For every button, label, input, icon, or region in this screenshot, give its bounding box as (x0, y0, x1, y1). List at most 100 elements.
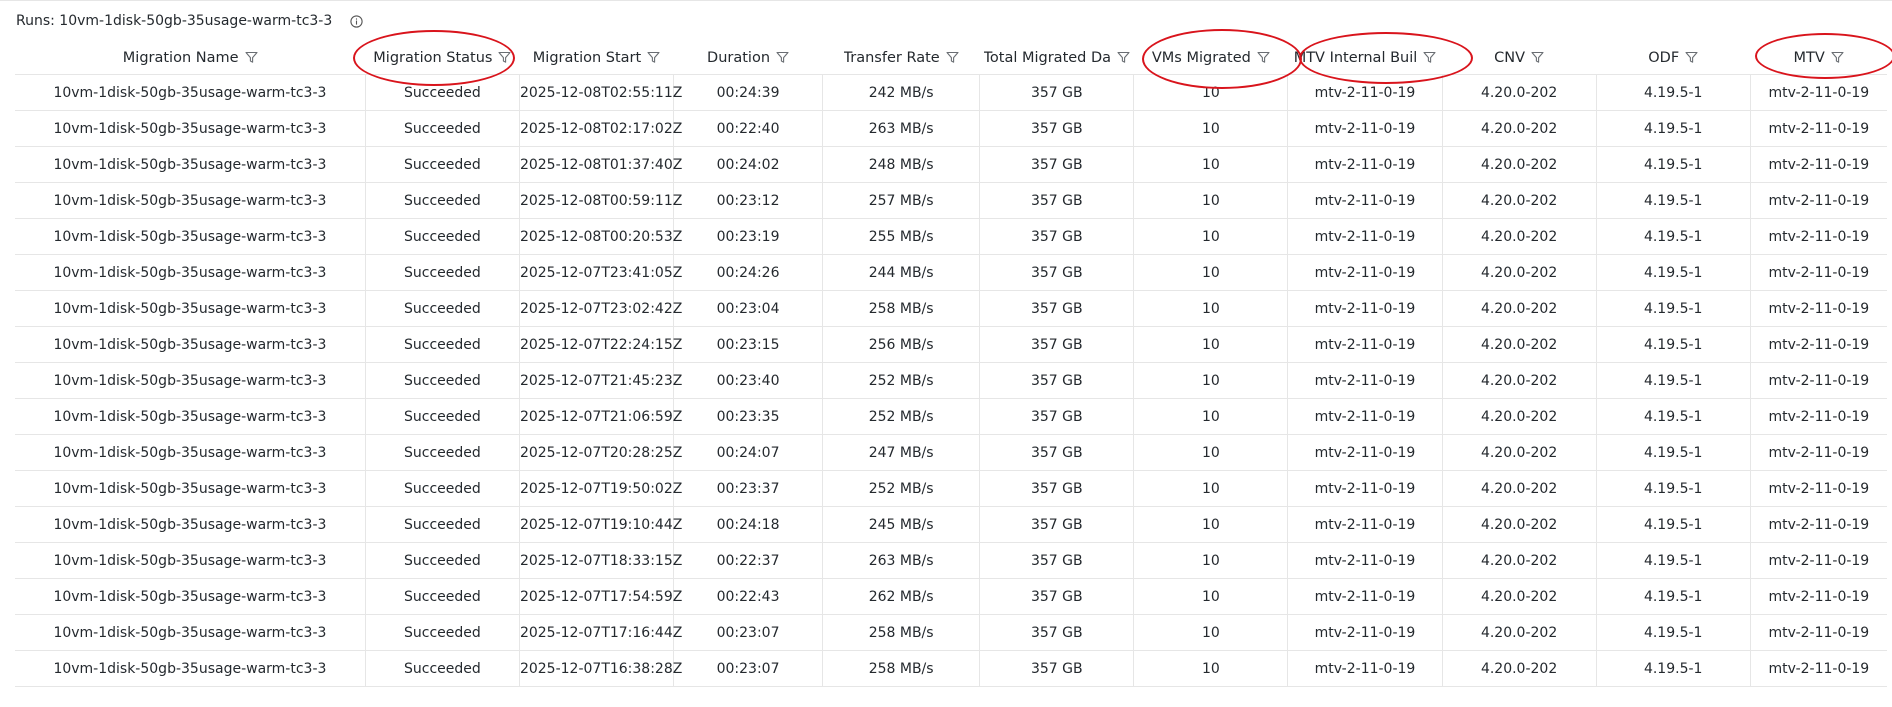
cell-mtv: mtv-2-11-0-19 (1750, 362, 1887, 399)
table-row[interactable]: 10vm-1disk-50gb-35usage-warm-tc3-3 Succee… (15, 578, 1887, 615)
cell-transfer-rate: 257 MB/s (822, 182, 981, 219)
filter-icon[interactable] (244, 51, 258, 64)
cell-total-migrated-data: 357 GB (979, 218, 1135, 255)
filter-icon[interactable] (1531, 51, 1544, 64)
column-header-duration[interactable]: Duration (674, 41, 823, 75)
table-row[interactable]: 10vm-1disk-50gb-35usage-warm-tc3-3 Succee… (15, 290, 1887, 327)
cell-vms-migrated: 10 (1133, 362, 1289, 399)
cell-mtv: mtv-2-11-0-19 (1750, 578, 1887, 615)
cell-duration: 00:24:39 (673, 74, 824, 111)
cell-total-migrated-data: 357 GB (979, 434, 1135, 471)
cell-cnv: 4.20.0-202 (1442, 254, 1597, 291)
column-header-label: CNV (1494, 49, 1526, 66)
column-header-mtv-internal-build[interactable]: MTV Internal Buil (1288, 41, 1442, 75)
cell-cnv: 4.20.0-202 (1442, 146, 1597, 183)
cell-odf: 4.19.5-1 (1596, 362, 1751, 399)
column-header-migration-start[interactable]: Migration Start (519, 41, 673, 75)
cell-odf: 4.19.5-1 (1596, 542, 1751, 579)
cell-cnv: 4.20.0-202 (1442, 650, 1597, 687)
cell-total-migrated-data: 357 GB (979, 110, 1135, 147)
column-header-vms-migrated[interactable]: VMs Migrated (1134, 41, 1288, 75)
cell-mtv-internal-build: mtv-2-11-0-19 (1287, 614, 1443, 651)
cell-migration-status: Succeeded (365, 182, 520, 219)
filter-icon[interactable] (776, 51, 789, 64)
cell-vms-migrated: 10 (1133, 470, 1289, 507)
table-row[interactable]: 10vm-1disk-50gb-35usage-warm-tc3-3 Succee… (15, 146, 1887, 183)
column-header-transfer-rate[interactable]: Transfer Rate (823, 41, 980, 75)
table-row[interactable]: 10vm-1disk-50gb-35usage-warm-tc3-3 Succee… (15, 470, 1887, 507)
filter-icon[interactable] (946, 51, 959, 64)
table-row[interactable]: 10vm-1disk-50gb-35usage-warm-tc3-3 Succee… (15, 182, 1887, 219)
table-row[interactable]: 10vm-1disk-50gb-35usage-warm-tc3-3 Succee… (15, 398, 1887, 435)
cell-mtv-internal-build: mtv-2-11-0-19 (1287, 650, 1443, 687)
cell-odf: 4.19.5-1 (1596, 578, 1751, 615)
table-row[interactable]: 10vm-1disk-50gb-35usage-warm-tc3-3 Succee… (15, 362, 1887, 399)
table-row[interactable]: 10vm-1disk-50gb-35usage-warm-tc3-3 Succee… (15, 326, 1887, 363)
filter-icon[interactable] (1117, 51, 1130, 64)
cell-migration-status: Succeeded (365, 362, 520, 399)
column-header-migration-status[interactable]: Migration Status (365, 41, 519, 75)
column-header-migration-name[interactable]: Migration Name (15, 41, 365, 75)
column-header-label: Migration Start (532, 49, 642, 66)
table-row[interactable]: 10vm-1disk-50gb-35usage-warm-tc3-3 Succee… (15, 542, 1887, 579)
cell-vms-migrated: 10 (1133, 434, 1289, 471)
cell-migration-status: Succeeded (365, 326, 520, 363)
table-row[interactable]: 10vm-1disk-50gb-35usage-warm-tc3-3 Succee… (15, 218, 1887, 255)
cell-odf: 4.19.5-1 (1596, 614, 1751, 651)
cell-mtv-internal-build: mtv-2-11-0-19 (1287, 326, 1443, 363)
cell-mtv-internal-build: mtv-2-11-0-19 (1287, 290, 1443, 327)
cell-transfer-rate: 258 MB/s (822, 650, 981, 687)
filter-icon[interactable] (1257, 51, 1270, 64)
cell-migration-name: 10vm-1disk-50gb-35usage-warm-tc3-3 (15, 290, 366, 327)
column-header-label: VMs Migrated (1151, 49, 1251, 66)
cell-transfer-rate: 258 MB/s (822, 614, 981, 651)
cell-migration-name: 10vm-1disk-50gb-35usage-warm-tc3-3 (15, 434, 366, 471)
column-header-odf[interactable]: ODF (1596, 41, 1750, 75)
cell-mtv: mtv-2-11-0-19 (1750, 398, 1887, 435)
filter-icon[interactable] (498, 51, 512, 64)
cell-vms-migrated: 10 (1133, 74, 1289, 111)
cell-migration-status: Succeeded (365, 110, 520, 147)
cell-migration-name: 10vm-1disk-50gb-35usage-warm-tc3-3 (15, 326, 366, 363)
cell-vms-migrated: 10 (1133, 398, 1289, 435)
cell-duration: 00:23:04 (673, 290, 824, 327)
table-row[interactable]: 10vm-1disk-50gb-35usage-warm-tc3-3 Succee… (15, 434, 1887, 471)
filter-icon[interactable] (647, 51, 660, 64)
cell-cnv: 4.20.0-202 (1442, 398, 1597, 435)
cell-odf: 4.19.5-1 (1596, 290, 1751, 327)
runs-panel: Runs: 10vm-1disk-50gb-35usage-warm-tc3-3… (0, 0, 1892, 707)
cell-cnv: 4.20.0-202 (1442, 506, 1597, 543)
cell-odf: 4.19.5-1 (1596, 650, 1751, 687)
cell-duration: 00:22:40 (673, 110, 824, 147)
cell-transfer-rate: 252 MB/s (822, 362, 981, 399)
table-row[interactable]: 10vm-1disk-50gb-35usage-warm-tc3-3 Succee… (15, 74, 1887, 111)
column-header-total-migrated-data[interactable]: Total Migrated Da (980, 41, 1134, 75)
cell-mtv-internal-build: mtv-2-11-0-19 (1287, 542, 1443, 579)
filter-icon[interactable] (1685, 51, 1698, 64)
table-row[interactable]: 10vm-1disk-50gb-35usage-warm-tc3-3 Succee… (15, 614, 1887, 651)
column-header-label: MTV (1793, 49, 1825, 66)
column-header-cnv[interactable]: CNV (1442, 41, 1596, 75)
table-row[interactable]: 10vm-1disk-50gb-35usage-warm-tc3-3 Succee… (15, 254, 1887, 291)
cell-mtv: mtv-2-11-0-19 (1750, 290, 1887, 327)
cell-mtv: mtv-2-11-0-19 (1750, 506, 1887, 543)
cell-migration-status: Succeeded (365, 650, 520, 687)
cell-migration-status: Succeeded (365, 578, 520, 615)
cell-vms-migrated: 10 (1133, 326, 1289, 363)
cell-total-migrated-data: 357 GB (979, 398, 1135, 435)
filter-icon[interactable] (1423, 51, 1436, 64)
cell-odf: 4.19.5-1 (1596, 146, 1751, 183)
cell-transfer-rate: 244 MB/s (822, 254, 981, 291)
filter-icon[interactable] (1831, 51, 1844, 64)
cell-total-migrated-data: 357 GB (979, 146, 1135, 183)
cell-mtv-internal-build: mtv-2-11-0-19 (1287, 434, 1443, 471)
table-row[interactable]: 10vm-1disk-50gb-35usage-warm-tc3-3 Succee… (15, 506, 1887, 543)
table-row[interactable]: 10vm-1disk-50gb-35usage-warm-tc3-3 Succee… (15, 650, 1887, 687)
cell-vms-migrated: 10 (1133, 254, 1289, 291)
cell-migration-start: 2025-12-07T22:24:15Z (519, 326, 682, 363)
cell-migration-status: Succeeded (365, 398, 520, 435)
info-icon[interactable] (350, 14, 363, 28)
cell-duration: 00:23:07 (673, 650, 824, 687)
table-row[interactable]: 10vm-1disk-50gb-35usage-warm-tc3-3 Succee… (15, 110, 1887, 147)
column-header-mtv[interactable]: MTV (1750, 41, 1887, 75)
